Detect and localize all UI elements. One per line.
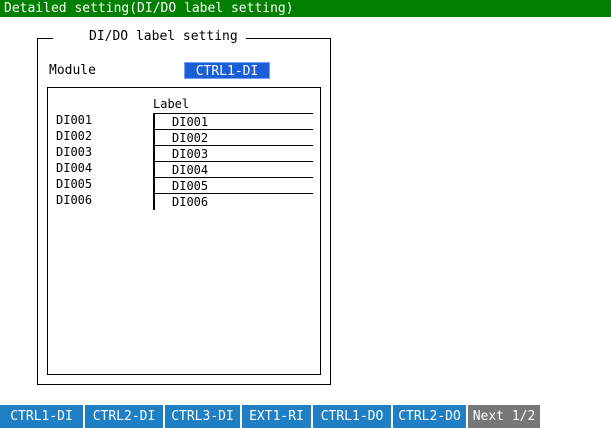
softkey-ctrl1-di[interactable]: CTRL1-DI bbox=[0, 405, 85, 428]
window-title: Detailed setting(DI/DO label setting) bbox=[4, 1, 294, 16]
row-label-di001: DI001 bbox=[56, 113, 93, 127]
softkey-ext1-ri[interactable]: EXT1-RI bbox=[242, 405, 313, 428]
label-field-di006[interactable]: DI006 bbox=[153, 193, 313, 210]
window-title-bar: Detailed setting(DI/DO label setting) bbox=[0, 0, 611, 17]
label-field-di004[interactable]: DI004 bbox=[153, 161, 313, 178]
softkey-bar: CTRL1-DI CTRL2-DI CTRL3-DI EXT1-RI CTRL1… bbox=[0, 405, 542, 428]
row-label-di002: DI002 bbox=[56, 129, 93, 143]
label-field-di003[interactable]: DI003 bbox=[153, 145, 313, 162]
label-field-di001[interactable]: DI001 bbox=[153, 113, 313, 130]
module-select[interactable]: CTRL1-DI bbox=[184, 62, 270, 79]
row-label-di005: DI005 bbox=[56, 177, 93, 191]
label-field-di005[interactable]: DI005 bbox=[153, 177, 313, 194]
row-label-di006: DI006 bbox=[56, 193, 93, 207]
softkey-next-page[interactable]: Next 1/2 bbox=[468, 405, 542, 428]
softkey-ctrl2-do[interactable]: CTRL2-DO bbox=[393, 405, 468, 428]
group-title: DI/DO label setting bbox=[53, 29, 246, 45]
row-label-di004: DI004 bbox=[56, 161, 93, 175]
softkey-ctrl2-di[interactable]: CTRL2-DI bbox=[85, 405, 165, 428]
module-label: Module bbox=[49, 63, 96, 78]
row-label-di003: DI003 bbox=[56, 145, 93, 159]
label-field-di002[interactable]: DI002 bbox=[153, 129, 313, 146]
softkey-ctrl1-do[interactable]: CTRL1-DO bbox=[313, 405, 393, 428]
label-column-header: Label bbox=[153, 97, 190, 111]
softkey-ctrl3-di[interactable]: CTRL3-DI bbox=[165, 405, 242, 428]
